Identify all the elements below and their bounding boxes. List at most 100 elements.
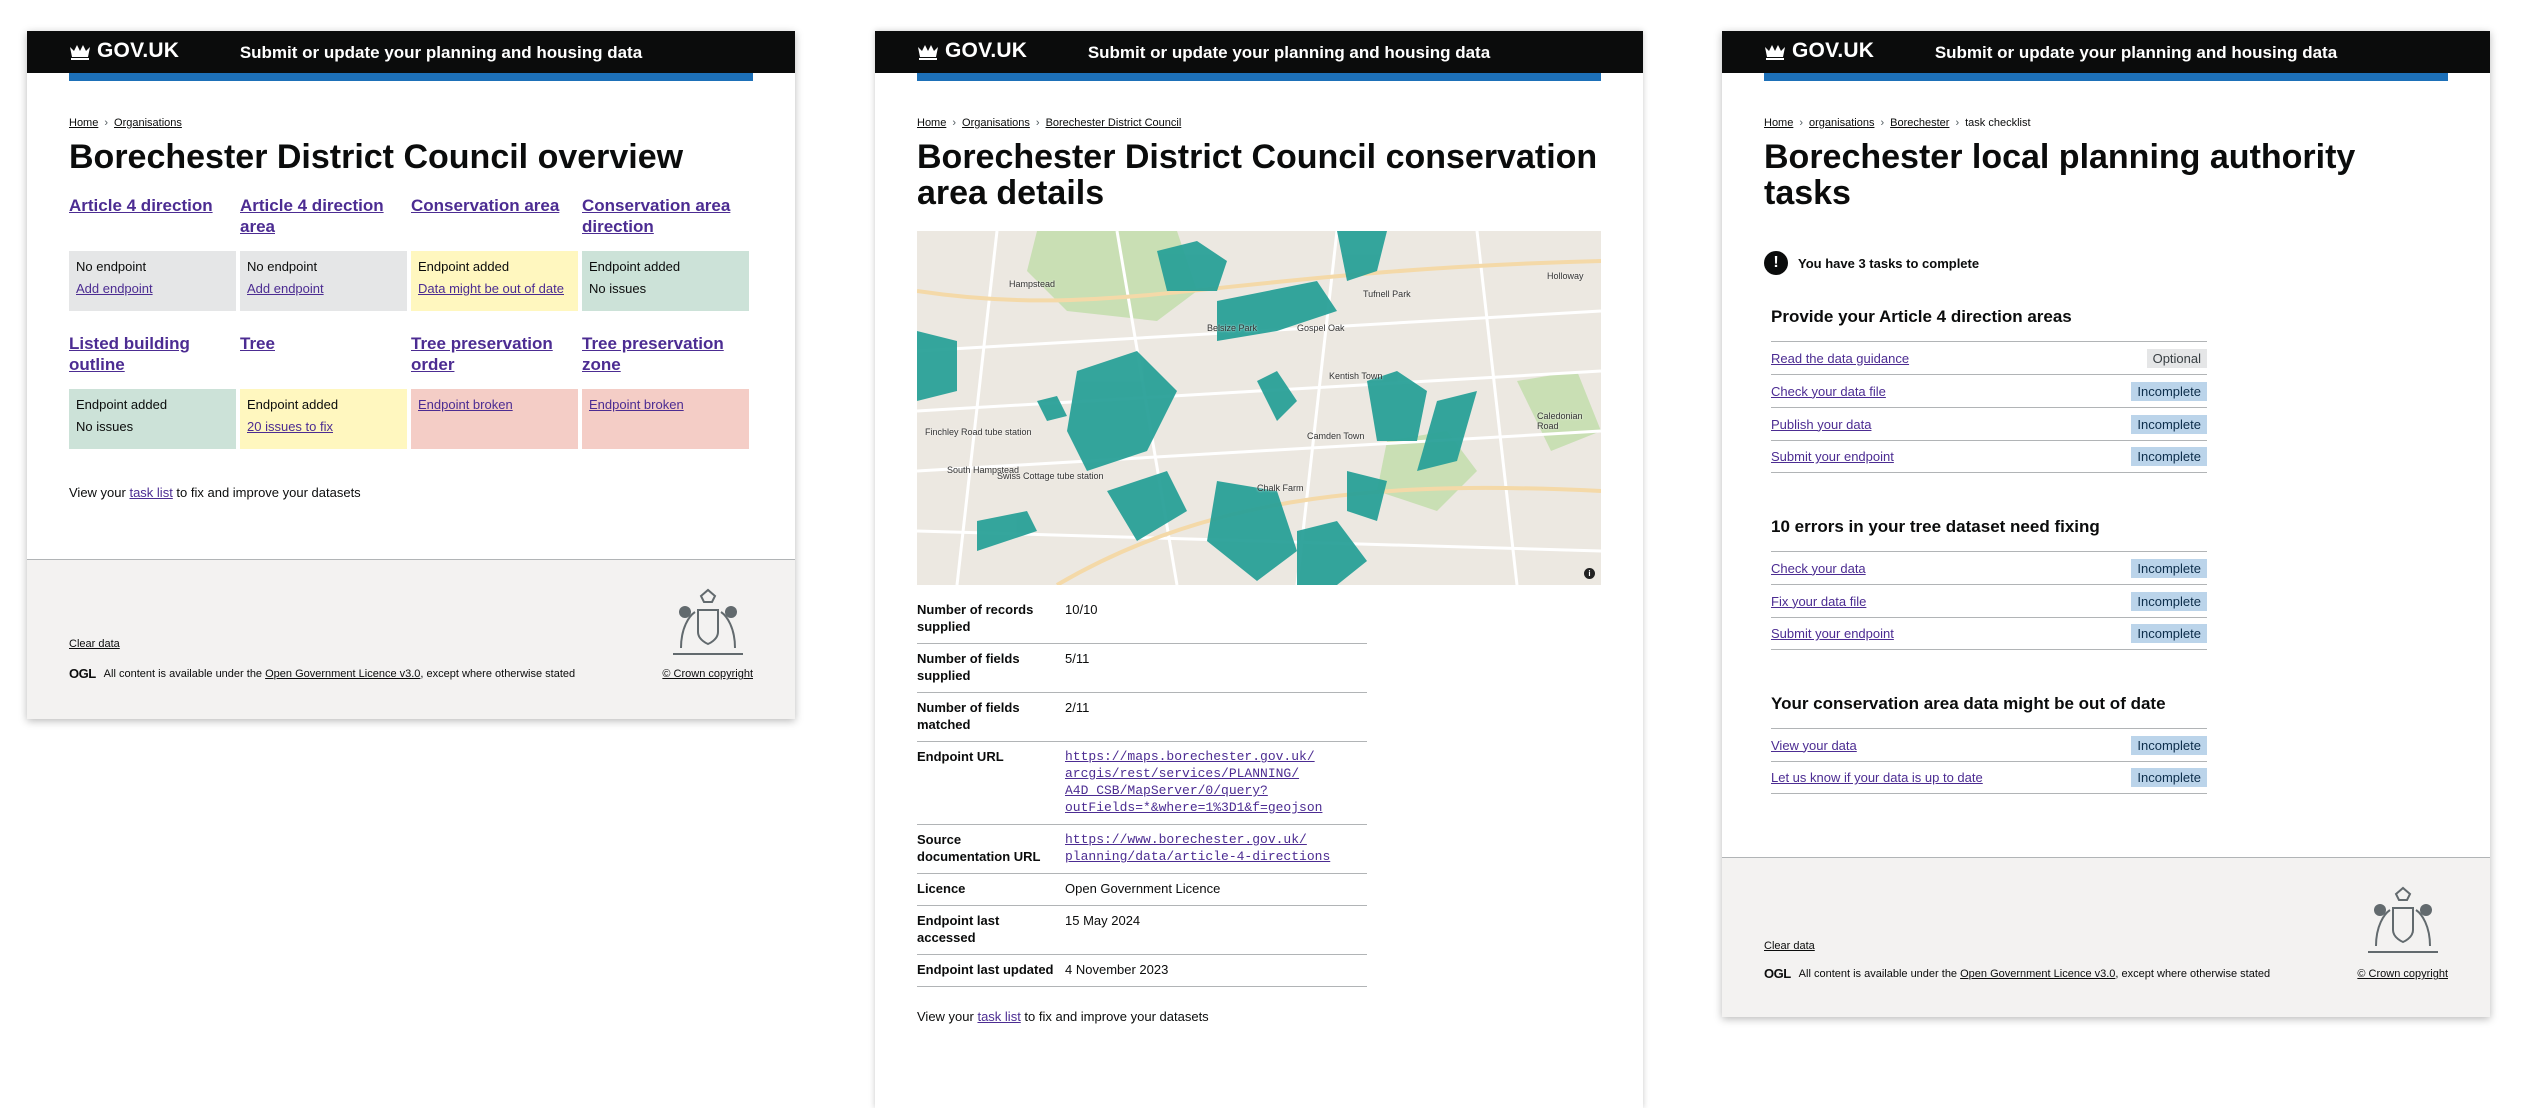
- royal-coat-of-arms-icon: [2368, 886, 2438, 953]
- chevron-right-icon: ›: [104, 117, 109, 129]
- endpoint-broken-link[interactable]: Endpoint broken: [589, 397, 684, 412]
- add-endpoint-link[interactable]: Add endpoint: [247, 281, 324, 296]
- page-footer: Clear data OGL All content is available …: [27, 559, 795, 719]
- task-link-fix-data-file[interactable]: Fix your data file: [1771, 594, 1866, 609]
- breadcrumb-home[interactable]: Home: [917, 117, 946, 129]
- breadcrumb: Home › Organisations: [69, 117, 753, 129]
- status-tag: Incomplete: [2131, 624, 2207, 643]
- summary-row: Licence Open Government Licence: [917, 873, 1367, 906]
- chevron-right-icon: ›: [952, 117, 957, 129]
- ogl-licence-link[interactable]: Open Government Licence v3.0: [265, 668, 420, 680]
- status-detail: No issues: [76, 419, 134, 434]
- crown-copyright-link[interactable]: © Crown copyright: [662, 668, 753, 680]
- task-link-view-data[interactable]: View your data: [1771, 738, 1857, 753]
- map-label: Gospel Oak: [1297, 323, 1345, 333]
- task-section-heading: Your conservation area data might be out…: [1771, 694, 2166, 713]
- breadcrumb-current: task checklist: [1965, 117, 2031, 129]
- task-checklist-page: GOV.UK Submit or update your planning an…: [1722, 31, 2490, 1017]
- map-label: Tufnell Park: [1363, 289, 1411, 299]
- ogl-logo-icon: OGL: [69, 666, 96, 681]
- clear-data-link[interactable]: Clear data: [69, 638, 120, 650]
- dataset-status-card: Endpoint added No issues: [69, 389, 236, 449]
- out-of-date-link[interactable]: Data might be out of date: [418, 281, 564, 296]
- map-label: Chalk Farm: [1257, 483, 1304, 493]
- task-item: Check your data Incomplete: [1771, 551, 2207, 584]
- page-title: Borechester District Council overview: [69, 138, 684, 176]
- dataset-status-card: No endpoint Add endpoint: [240, 251, 407, 311]
- dataset-link-tree[interactable]: Tree: [240, 333, 407, 354]
- breadcrumb-home[interactable]: Home: [69, 117, 98, 129]
- map-label: Belsize Park: [1207, 323, 1258, 333]
- service-name[interactable]: Submit or update your planning and housi…: [875, 43, 1643, 63]
- task-list: Read the data guidance Optional Check you…: [1771, 341, 2207, 473]
- task-section-tree: 10 errors in your tree dataset need fixi…: [1771, 517, 2207, 650]
- status-tag: Optional: [2146, 348, 2207, 368]
- conservation-area-map[interactable]: Hampstead Belsize Park Gospel Oak Tufnel…: [917, 231, 1601, 585]
- page-footer: Clear data OGL All content is available …: [1722, 857, 2490, 1017]
- task-list-link[interactable]: task list: [977, 1009, 1020, 1024]
- task-link-submit-endpoint[interactable]: Submit your endpoint: [1771, 626, 1894, 641]
- page-title: Borechester local planning authority tas…: [1764, 138, 2356, 212]
- royal-coat-of-arms-icon: [673, 588, 743, 655]
- summary-row: Number of fields matched 2/11: [917, 692, 1367, 742]
- status-text: Endpoint added: [418, 259, 510, 274]
- service-name[interactable]: Submit or update your planning and housi…: [1722, 43, 2490, 63]
- breadcrumb: Home › Organisations › Borechester Distr…: [917, 117, 1601, 129]
- task-link-publish-data[interactable]: Publish your data: [1771, 417, 1871, 432]
- status-text: Endpoint added: [247, 397, 339, 412]
- task-link-submit-endpoint[interactable]: Submit your endpoint: [1771, 449, 1894, 464]
- task-link-check-data[interactable]: Check your data: [1771, 561, 1866, 576]
- status-tag: Incomplete: [2131, 558, 2207, 578]
- crown-copyright-link[interactable]: © Crown copyright: [2357, 968, 2448, 980]
- breadcrumb-organisations[interactable]: Organisations: [962, 117, 1030, 129]
- breadcrumb: Home › organisations › Borechester › tas…: [1764, 117, 2448, 129]
- task-item: Let us know if your data is up to date In…: [1771, 761, 2207, 794]
- dataset-link-conservation-area-direction[interactable]: Conservation area direction: [582, 195, 749, 237]
- task-link-read-guidance[interactable]: Read the data guidance: [1771, 351, 1909, 366]
- dataset-link-conservation-area[interactable]: Conservation area: [411, 195, 578, 216]
- govuk-header: GOV.UK Submit or update your planning an…: [875, 31, 1643, 81]
- breadcrumb-organisations[interactable]: organisations: [1809, 117, 1874, 129]
- dataset-link-article-4-direction[interactable]: Article 4 direction: [69, 195, 236, 216]
- ogl-licence-link[interactable]: Open Government Licence v3.0: [1960, 968, 2115, 980]
- task-item: Read the data guidance Optional: [1771, 341, 2207, 374]
- licence-statement: OGL All content is available under the O…: [1764, 966, 2271, 981]
- dataset-status-card: Endpoint added 20 issues to fix: [240, 389, 407, 449]
- summary-row: Source documentation URL https://www.bor…: [917, 824, 1367, 874]
- breadcrumb-home[interactable]: Home: [1764, 117, 1793, 129]
- status-tag: Incomplete: [2131, 414, 2207, 434]
- clear-data-link[interactable]: Clear data: [1764, 940, 1815, 952]
- header-accent-bar: [1764, 73, 2448, 81]
- dataset-link-tree-preservation-order[interactable]: Tree preservation order: [411, 333, 578, 375]
- task-list-note: View your task list to fix and improve y…: [917, 1009, 1209, 1024]
- dataset-link-listed-building-outline[interactable]: Listed building outline: [69, 333, 236, 375]
- warning-text: ! You have 3 tasks to complete: [1764, 251, 2448, 275]
- map-label: Hampstead: [1009, 279, 1056, 289]
- govuk-header: GOV.UK Submit or update your planning an…: [1722, 31, 2490, 81]
- dataset-link-article-4-direction-area[interactable]: Article 4 direction area: [240, 195, 407, 237]
- task-item: Check your data file Incomplete: [1771, 374, 2207, 407]
- service-name[interactable]: Submit or update your planning and housi…: [27, 43, 795, 63]
- dataset-grid: Article 4 direction No endpoint Add endp…: [69, 195, 753, 515]
- add-endpoint-link[interactable]: Add endpoint: [76, 281, 153, 296]
- task-section-heading: 10 errors in your tree dataset need fixi…: [1771, 517, 2100, 536]
- breadcrumb-organisations[interactable]: Organisations: [114, 117, 182, 129]
- task-link-confirm-up-to-date[interactable]: Let us know if your data is up to date: [1771, 770, 1983, 785]
- breadcrumb-council[interactable]: Borechester District Council: [1046, 117, 1182, 129]
- dataset-link-tree-preservation-zone[interactable]: Tree preservation zone: [582, 333, 749, 375]
- source-documentation-url-link[interactable]: https://www.borechester.gov.uk/ planning…: [1065, 831, 1367, 865]
- map-attribution-info-icon[interactable]: i: [1584, 568, 1595, 579]
- task-item: Submit your endpoint Incomplete: [1771, 617, 2207, 650]
- endpoint-url-link[interactable]: https://maps.borechester.gov.uk/ arcgis/…: [1065, 748, 1367, 816]
- exclamation-icon: !: [1764, 251, 1788, 275]
- dataset-status-card: No endpoint Add endpoint: [69, 251, 236, 311]
- status-tag: Incomplete: [2131, 591, 2207, 611]
- dataset-status-card: Endpoint added No issues: [582, 251, 749, 311]
- task-link-check-data-file[interactable]: Check your data file: [1771, 384, 1886, 399]
- govuk-header: GOV.UK Submit or update your planning an…: [27, 31, 795, 81]
- breadcrumb-borechester[interactable]: Borechester: [1890, 117, 1949, 129]
- endpoint-broken-link[interactable]: Endpoint broken: [418, 397, 513, 412]
- issues-to-fix-link[interactable]: 20 issues to fix: [247, 419, 333, 434]
- task-item: Fix your data file Incomplete: [1771, 584, 2207, 617]
- task-item: Submit your endpoint Incomplete: [1771, 440, 2207, 473]
